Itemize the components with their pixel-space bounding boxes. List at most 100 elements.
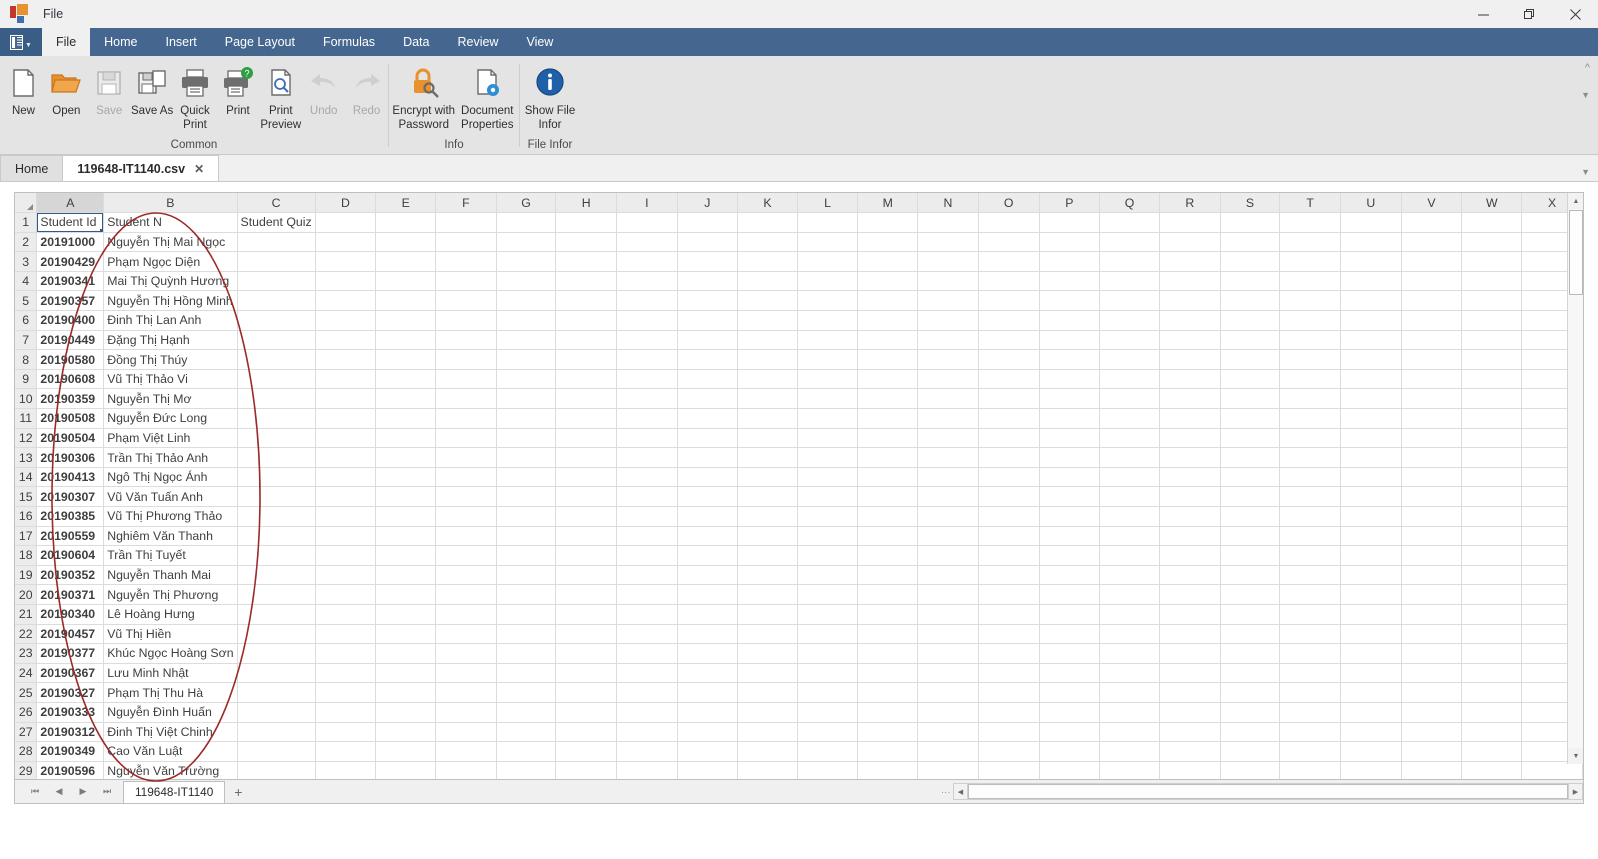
cell-S17[interactable] <box>1220 526 1281 547</box>
cell-V24[interactable] <box>1401 663 1463 684</box>
cell-Q4[interactable] <box>1099 271 1160 292</box>
cell-Q14[interactable] <box>1099 467 1160 488</box>
cell-B6[interactable]: Đinh Thị Lan Anh <box>103 310 238 331</box>
cell-P9[interactable] <box>1039 369 1101 390</box>
cell-T5[interactable] <box>1279 290 1341 312</box>
cell-V29[interactable] <box>1401 761 1463 779</box>
cell-G15[interactable] <box>496 486 557 507</box>
cell-O18[interactable] <box>978 545 1040 566</box>
cell-M23[interactable] <box>857 643 919 664</box>
cell-M14[interactable] <box>857 467 919 488</box>
cell-L9[interactable] <box>797 369 859 390</box>
cell-F12[interactable] <box>435 428 497 449</box>
cell-F16[interactable] <box>435 506 497 527</box>
tab-insert[interactable]: Insert <box>152 28 211 56</box>
cell-S18[interactable] <box>1220 545 1281 566</box>
cell-A16[interactable]: 20190385 <box>36 506 105 527</box>
column-header-v[interactable]: V <box>1401 193 1463 214</box>
column-header-c[interactable]: C <box>237 193 316 214</box>
select-all-icon[interactable] <box>15 193 38 214</box>
cell-S3[interactable] <box>1220 251 1281 272</box>
cell-C26[interactable] <box>237 702 316 723</box>
show-file-infor-button[interactable]: Show File Infor <box>520 62 580 132</box>
row-header-25[interactable]: 25 <box>15 682 38 703</box>
table-row[interactable]: 26 20190333 Nguyễn Đình Huấn <box>15 702 1583 723</box>
cell-I26[interactable] <box>616 702 678 723</box>
cell-A4[interactable]: 20190341 <box>36 271 105 292</box>
cell-V17[interactable] <box>1401 526 1463 547</box>
cell-M6[interactable] <box>857 310 919 331</box>
column-header-k[interactable]: K <box>737 193 798 214</box>
cell-N5[interactable] <box>917 290 979 312</box>
cell-L18[interactable] <box>797 545 859 566</box>
cell-S7[interactable] <box>1220 330 1281 351</box>
cell-T29[interactable] <box>1279 761 1341 779</box>
doc-tab-csv[interactable]: 119648-IT1140.csv ✕ <box>62 155 220 181</box>
cell-J24[interactable] <box>677 663 739 684</box>
cell-O6[interactable] <box>978 310 1040 331</box>
cell-W6[interactable] <box>1461 310 1523 331</box>
cell-U26[interactable] <box>1340 702 1402 723</box>
cell-G1[interactable] <box>496 212 557 233</box>
cell-T8[interactable] <box>1279 349 1341 370</box>
cell-G14[interactable] <box>496 467 557 488</box>
cell-F10[interactable] <box>435 388 497 410</box>
cell-G18[interactable] <box>496 545 557 566</box>
cell-W22[interactable] <box>1461 624 1523 645</box>
cell-W27[interactable] <box>1461 722 1523 743</box>
cell-W9[interactable] <box>1461 369 1523 390</box>
cell-W23[interactable] <box>1461 643 1523 664</box>
cell-W21[interactable] <box>1461 604 1523 625</box>
column-header-j[interactable]: J <box>677 193 739 214</box>
cell-L11[interactable] <box>797 408 859 429</box>
cell-B16[interactable]: Vũ Thị Phương Thảo <box>103 506 238 527</box>
cell-W15[interactable] <box>1461 486 1523 507</box>
cell-B29[interactable]: Nguyễn Văn Trường <box>103 761 238 779</box>
cell-O3[interactable] <box>978 251 1040 272</box>
cell-A10[interactable]: 20190359 <box>36 388 105 410</box>
cell-U18[interactable] <box>1340 545 1402 566</box>
cell-N4[interactable] <box>917 271 979 292</box>
cell-L28[interactable] <box>797 741 859 762</box>
cell-L25[interactable] <box>797 682 859 703</box>
cell-C12[interactable] <box>237 428 316 449</box>
cell-F8[interactable] <box>435 349 497 370</box>
cell-N22[interactable] <box>917 624 979 645</box>
cell-D29[interactable] <box>315 761 377 779</box>
cell-R10[interactable] <box>1159 388 1221 410</box>
print-button[interactable]: ? Print <box>216 62 259 119</box>
cell-L22[interactable] <box>797 624 859 645</box>
cell-O5[interactable] <box>978 290 1040 312</box>
cell-L8[interactable] <box>797 349 859 370</box>
cell-R12[interactable] <box>1159 428 1221 449</box>
cell-G2[interactable] <box>496 232 557 253</box>
cell-W11[interactable] <box>1461 408 1523 429</box>
cell-V27[interactable] <box>1401 722 1463 743</box>
cell-K24[interactable] <box>737 663 798 684</box>
redo-button[interactable]: Redo <box>345 62 388 119</box>
cell-E9[interactable] <box>375 369 437 390</box>
cell-J23[interactable] <box>677 643 739 664</box>
cell-L2[interactable] <box>797 232 859 253</box>
row-header-21[interactable]: 21 <box>15 604 38 625</box>
cell-R28[interactable] <box>1159 741 1221 762</box>
cell-S6[interactable] <box>1220 310 1281 331</box>
cell-C4[interactable] <box>237 271 316 292</box>
cell-Q23[interactable] <box>1099 643 1160 664</box>
cell-X29[interactable] <box>1521 761 1583 779</box>
cell-R27[interactable] <box>1159 722 1221 743</box>
cell-T17[interactable] <box>1279 526 1341 547</box>
cell-J21[interactable] <box>677 604 739 625</box>
cell-E21[interactable] <box>375 604 437 625</box>
cell-N28[interactable] <box>917 741 979 762</box>
cell-G6[interactable] <box>496 310 557 331</box>
cell-I27[interactable] <box>616 722 678 743</box>
cell-R13[interactable] <box>1159 447 1221 468</box>
cell-D1[interactable] <box>315 212 377 233</box>
cell-J1[interactable] <box>677 212 739 233</box>
column-header-u[interactable]: U <box>1340 193 1402 214</box>
cell-C1[interactable]: Student Quiz <box>237 212 316 233</box>
cell-A1[interactable]: Student Id <box>36 212 105 233</box>
cell-Q26[interactable] <box>1099 702 1160 723</box>
cell-R29[interactable] <box>1159 761 1221 779</box>
